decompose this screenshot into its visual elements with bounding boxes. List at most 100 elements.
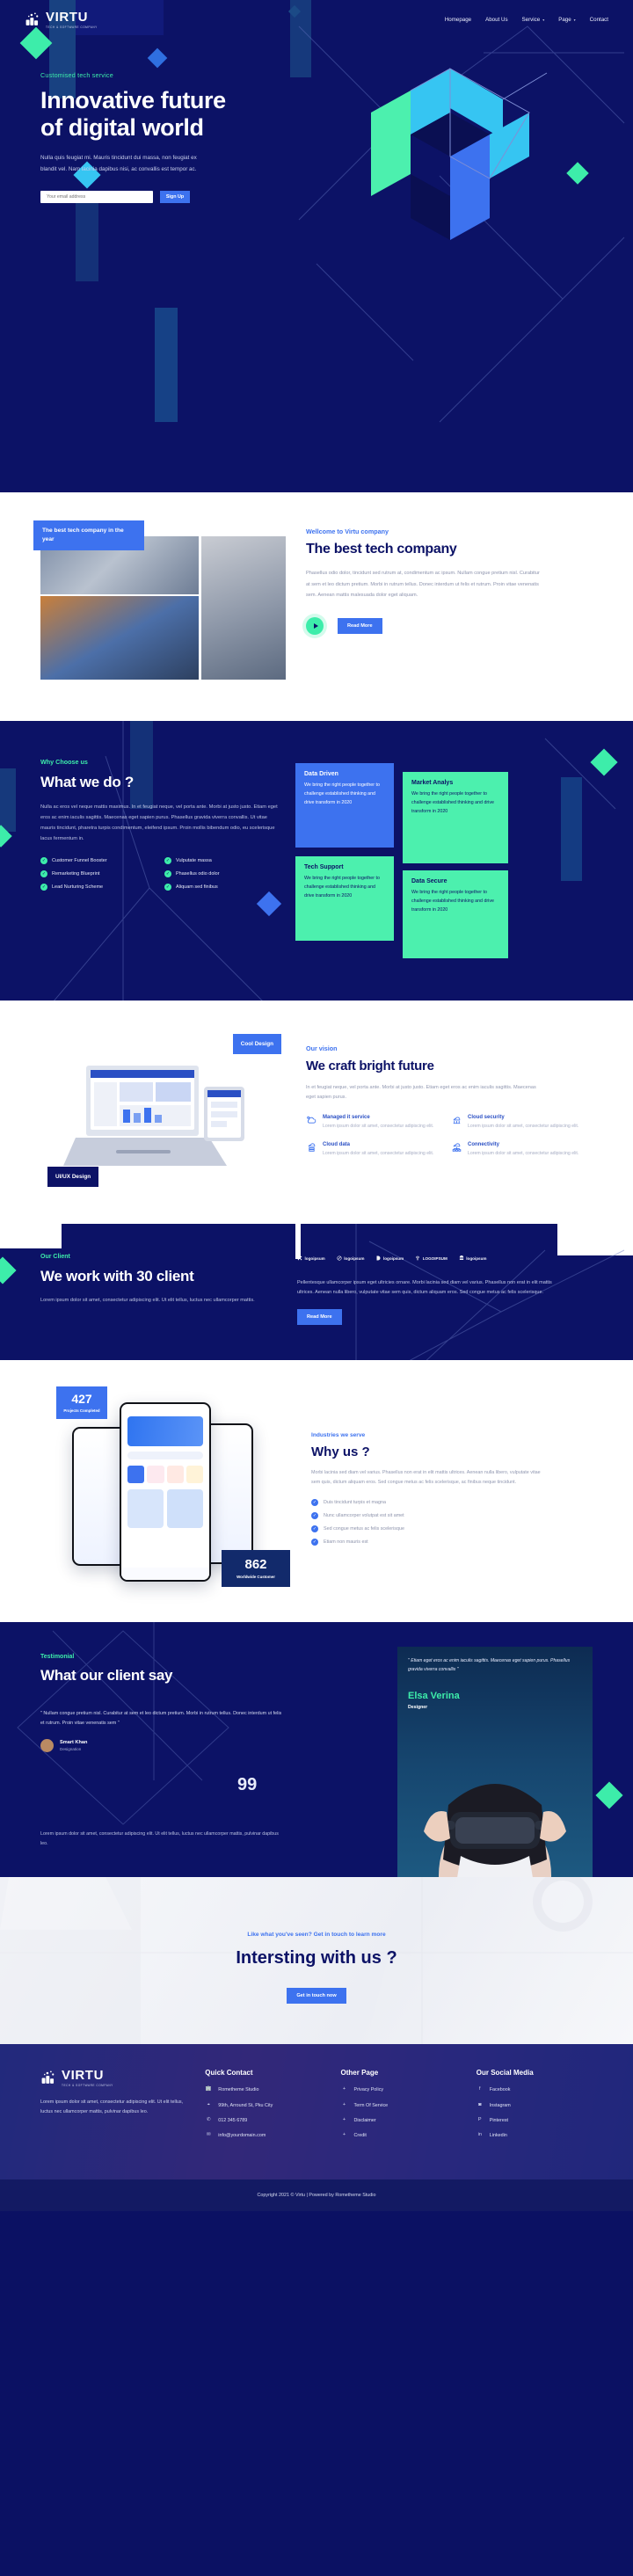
testimonial-eyebrow: Testimonial	[40, 1654, 75, 1661]
vision-badge-cool-design: Cool Design	[232, 1034, 281, 1055]
list-item: ✓ Phasellus odio dolor	[164, 870, 280, 877]
cta-section: Like what you've seen? Get in touch to l…	[0, 1877, 633, 2045]
cta-eyebrow: Like what you've seen? Get in touch to l…	[247, 1932, 386, 1939]
social-link-facebook[interactable]: f Facebook	[477, 2086, 593, 2094]
vision-badge-uiux-design: UI/UX Design	[47, 1166, 99, 1187]
service-card-data-secure[interactable]: Data Secure We bring the right people to…	[403, 870, 508, 958]
logoipsum-dots-icon	[297, 1255, 302, 1261]
social-label: Linkedin	[489, 2133, 507, 2138]
about-section: The best tech company in the year Wellco…	[0, 492, 633, 721]
feature-title: Cloud security	[468, 1114, 505, 1120]
client-logo: logoipsum	[337, 1255, 364, 1261]
plus-icon: +	[342, 2116, 346, 2122]
service-card-data-driven[interactable]: Data Driven We bring the right people to…	[295, 763, 394, 848]
vision-artwork: Cool Design UI/UX Design	[39, 1034, 287, 1194]
testimonial-author: Smart Khan Designation	[40, 1739, 283, 1753]
phone-mockups: 427 Projects Completed 862 Worldwide Cus…	[35, 1386, 299, 1592]
about-text: Wellcome to Virtu company The best tech …	[306, 524, 587, 691]
logo-label: logoipsum	[304, 1255, 325, 1261]
play-video-button[interactable]	[306, 616, 324, 635]
brand-logo[interactable]: VIRTU TECH & SOFTWARE COMPANY	[25, 11, 98, 29]
stat-worldwide-customer: 862 Worldwide Customer	[222, 1550, 290, 1588]
client-section: Our Client We work with 30 client Lorem …	[0, 1224, 633, 1361]
footer-link-privacy-policy[interactable]: + Privacy Policy	[341, 2086, 457, 2094]
about-image-group: The best tech company in the year	[33, 520, 287, 691]
service-card-market-analys[interactable]: Market Analys We bring the right people …	[403, 772, 508, 863]
copyright-bar: Copyright 2021 © Virtu | Powered by Rome…	[0, 2179, 633, 2212]
social-link-pinterest[interactable]: P Pinterest	[477, 2117, 593, 2125]
nav-item-contact[interactable]: Contact	[590, 17, 608, 23]
contact-item-studio: 🏢 Rometheme Studio	[205, 2086, 321, 2094]
logoipsum-burger-icon	[459, 1255, 464, 1260]
testimonial-bottom-paragraph: Lorem ipsum dolor sit amet, consectetur …	[40, 1831, 279, 1847]
contact-text: 99th, Arround St, Pku City	[218, 2102, 273, 2108]
why-us-checklist: ✓ Duis tincidunt turpis et magna ✓ Nunc ul…	[311, 1498, 575, 1546]
signup-button[interactable]: Sign Up	[160, 191, 190, 204]
footer-about: VIRTU TECH & SOFTWARE COMPANY Lorem ipsu…	[40, 2069, 186, 2147]
list-item-label: Lead Nurturing Scheme	[52, 884, 104, 890]
author-role: Designation	[60, 1747, 82, 1752]
hero-title: Innovative future of digital world	[40, 86, 226, 141]
nav-label: Page	[558, 16, 571, 23]
contact-item-email[interactable]: ✉ info@yourdomain.com	[205, 2132, 321, 2140]
quote-mark: 99	[237, 1775, 258, 1795]
stat-label: Worldwide Customer	[236, 1575, 275, 1580]
service-card-tech-support[interactable]: Tech Support We bring the right people t…	[295, 856, 394, 941]
hero-isometric-graphic	[371, 68, 548, 240]
email-input[interactable]	[40, 191, 153, 204]
list-item: ✓ Aliquam sed finibus	[164, 883, 280, 891]
list-item-label: Nunc ullamcorper volutpat est sit amet	[324, 1512, 404, 1518]
get-in-touch-button[interactable]: Get in touch now	[287, 1988, 346, 2005]
contact-item-phone[interactable]: ✆ 012 345 6789	[205, 2117, 321, 2125]
check-icon: ✓	[40, 856, 47, 864]
why-us-paragraph: Morbi lacinia sed diam vel varius. Phase…	[311, 1470, 541, 1485]
nav-item-about-us[interactable]: About Us	[485, 17, 507, 23]
check-icon: ✓	[164, 870, 171, 877]
location-pin-icon: ⌖	[207, 2101, 210, 2107]
why-us-title: Why us ?	[311, 1444, 370, 1460]
vision-eyebrow: Our vision	[306, 1044, 338, 1052]
nav-item-service[interactable]: Service ▾	[522, 17, 545, 23]
client-read-more-button[interactable]: Read More	[297, 1309, 342, 1326]
contact-text: info@yourdomain.com	[218, 2133, 266, 2138]
cloud-security-icon	[453, 1117, 461, 1124]
about-paragraph: Phasellus odio dolor, tincidunt sed rutr…	[306, 571, 540, 599]
plus-icon: +	[342, 2086, 346, 2092]
check-icon: ✓	[40, 883, 47, 891]
footer-about-text: Lorem ipsum dolor sit amet, consectetur …	[40, 2099, 184, 2115]
mail-icon: ✉	[206, 2132, 211, 2137]
footer-link-credit[interactable]: + Credit	[341, 2132, 457, 2140]
list-item: ✓ Vulputate massa	[164, 856, 280, 864]
list-item-label: Sed congue metus ac felis scelerisque	[324, 1525, 404, 1532]
social-link-instagram[interactable]: ◙ Instagram	[477, 2102, 593, 2110]
about-read-more-button[interactable]: Read More	[338, 617, 382, 634]
footer-brand-name: VIRTU	[62, 2068, 104, 2084]
card-title: Data Driven	[304, 771, 338, 777]
feature-title: Connectivity	[468, 1142, 500, 1148]
plus-icon: +	[342, 2101, 346, 2107]
social-link-linkedin[interactable]: in Linkedin	[477, 2132, 593, 2140]
top-navigation: VIRTU TECH & SOFTWARE COMPANY Homepage A…	[0, 0, 633, 29]
why-us-section: 427 Projects Completed 862 Worldwide Cus…	[0, 1360, 633, 1623]
nav-item-homepage[interactable]: Homepage	[445, 17, 471, 23]
vision-title: We craft bright future	[306, 1059, 434, 1073]
nav-label: Contact	[589, 16, 608, 23]
footer-link-disclaimer[interactable]: + Disclaimer	[341, 2117, 457, 2125]
client-logo: logoipsum	[297, 1255, 325, 1261]
nav-label: Homepage	[444, 16, 472, 23]
client-logo: LOGOIPSUM	[415, 1255, 447, 1261]
check-icon: ✓	[311, 1524, 318, 1532]
virtu-logo-icon	[41, 2070, 55, 2085]
footer-link-term-of-service[interactable]: + Term Of Service	[341, 2102, 457, 2110]
link-label: Term Of Service	[353, 2102, 389, 2108]
logoipsum-circle-icon	[337, 1255, 342, 1261]
footer-brand-logo[interactable]: VIRTU TECH & SOFTWARE COMPANY	[40, 2069, 186, 2087]
card-title: Market Analys	[411, 780, 454, 786]
nav-item-page[interactable]: Page ▾	[558, 17, 575, 23]
chevron-down-icon: ▾	[542, 17, 545, 22]
pinterest-icon: P	[477, 2116, 482, 2122]
feature-cloud-data: Cloud data Lorem ipsum dolor sit amet, c…	[306, 1142, 439, 1158]
what-we-do-paragraph: Nulla ac eros vel neque mattis maximus. …	[40, 804, 278, 841]
about-badge: The best tech company in the year	[33, 520, 144, 550]
link-label: Disclaimer	[353, 2117, 376, 2123]
